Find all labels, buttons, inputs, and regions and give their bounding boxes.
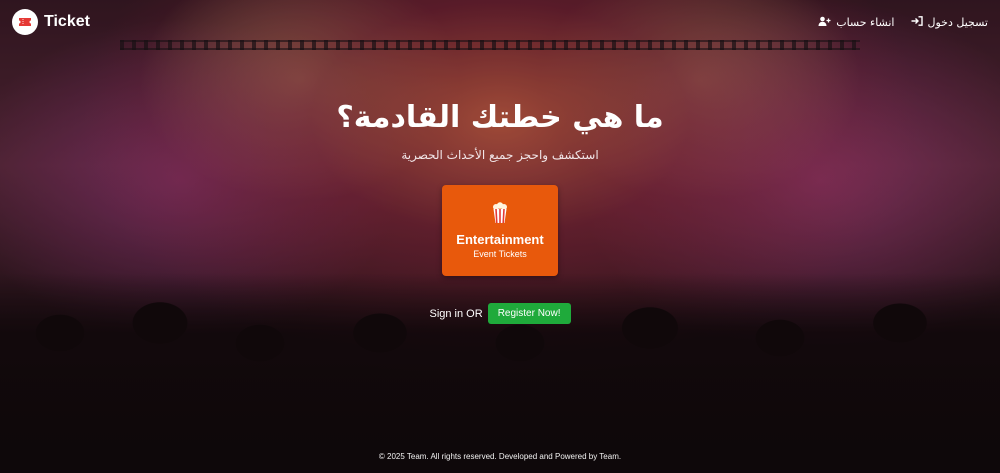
cta-row: Sign in OR Register Now! bbox=[0, 303, 1000, 324]
hero-subtitle: استكشف واحجز جميع الأحداث الحصرية bbox=[401, 148, 599, 162]
register-link-label: انشاء حساب bbox=[836, 15, 895, 29]
hero-title: ما هي خطتك القادمة؟ bbox=[336, 100, 664, 135]
login-link[interactable]: تسجيل دخول bbox=[911, 15, 989, 29]
sign-in-icon bbox=[911, 15, 923, 29]
user-plus-icon bbox=[818, 16, 831, 29]
footer-copyright: © 2025 Team. All rights reserved. Develo… bbox=[378, 452, 622, 461]
signin-link[interactable]: Sign in OR bbox=[429, 308, 482, 320]
popcorn-icon bbox=[491, 202, 509, 228]
card-subtitle: Event Tickets bbox=[473, 249, 527, 259]
nav-links: انشاء حساب تسجيل دخول bbox=[818, 16, 988, 29]
brand-name: Ticket bbox=[44, 13, 90, 30]
register-now-button[interactable]: Register Now! bbox=[487, 303, 571, 324]
card-title: Entertainment bbox=[456, 232, 544, 247]
login-link-label: تسجيل دخول bbox=[927, 15, 989, 29]
entertainment-category-card[interactable]: Entertainment Event Tickets bbox=[442, 185, 558, 276]
brand-link[interactable]: Ticket bbox=[12, 9, 90, 35]
navbar: Ticket انشاء حساب تسجيل دخول bbox=[0, 0, 1000, 44]
register-link[interactable]: انشاء حساب bbox=[818, 15, 895, 29]
ticket-icon bbox=[12, 9, 38, 35]
